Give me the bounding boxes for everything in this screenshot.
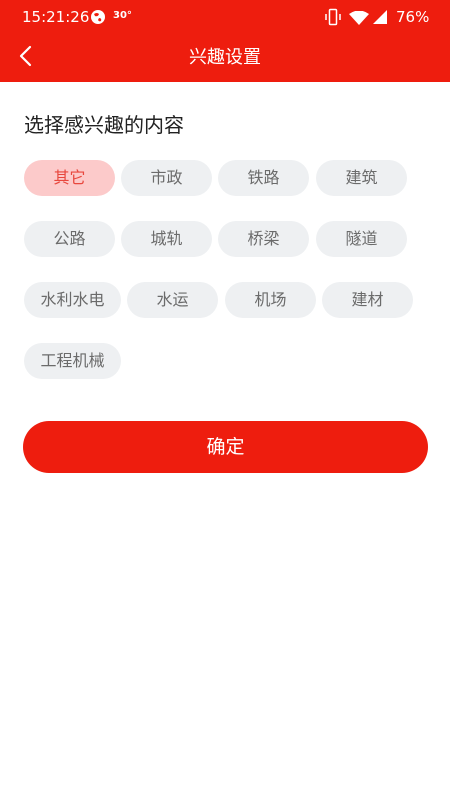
interest-chip-airport[interactable]: 机场 [225,282,316,318]
interest-chip-engineering-machinery[interactable]: 工程机械 [24,343,121,379]
interest-chip-other[interactable]: 其它 [24,160,115,196]
status-time: 15:21:26 [22,8,90,26]
vibrate-icon [325,8,341,26]
interest-chip-water-conservancy[interactable]: 水利水电 [24,282,121,318]
page-title: 兴趣设置 [189,47,261,68]
navigation-bar: 兴趣设置 [0,34,450,82]
status-battery: 76% [396,8,430,26]
interest-chip-railway[interactable]: 铁路 [218,160,309,196]
interest-chip-tunnel[interactable]: 隧道 [316,221,407,257]
status-bar: 15:21:26 30° 76% [0,0,450,34]
section-heading: 选择感兴趣的内容 [24,113,184,137]
interest-chip-water-transport[interactable]: 水运 [127,282,218,318]
wifi-icon [349,10,369,25]
status-temperature: 30° [113,10,132,21]
app-header: 15:21:26 30° 76% 兴趣设置 [0,0,450,82]
globe-icon [90,9,106,25]
interest-chip-urban-rail[interactable]: 城轨 [121,221,212,257]
interest-chip-highway[interactable]: 公路 [24,221,115,257]
interest-chip-building-materials[interactable]: 建材 [322,282,413,318]
signal-icon [372,9,388,25]
interest-chip-construction[interactable]: 建筑 [316,160,407,196]
confirm-button[interactable]: 确定 [23,421,428,473]
interest-chip-municipal[interactable]: 市政 [121,160,212,196]
interest-chip-bridge[interactable]: 桥梁 [218,221,309,257]
